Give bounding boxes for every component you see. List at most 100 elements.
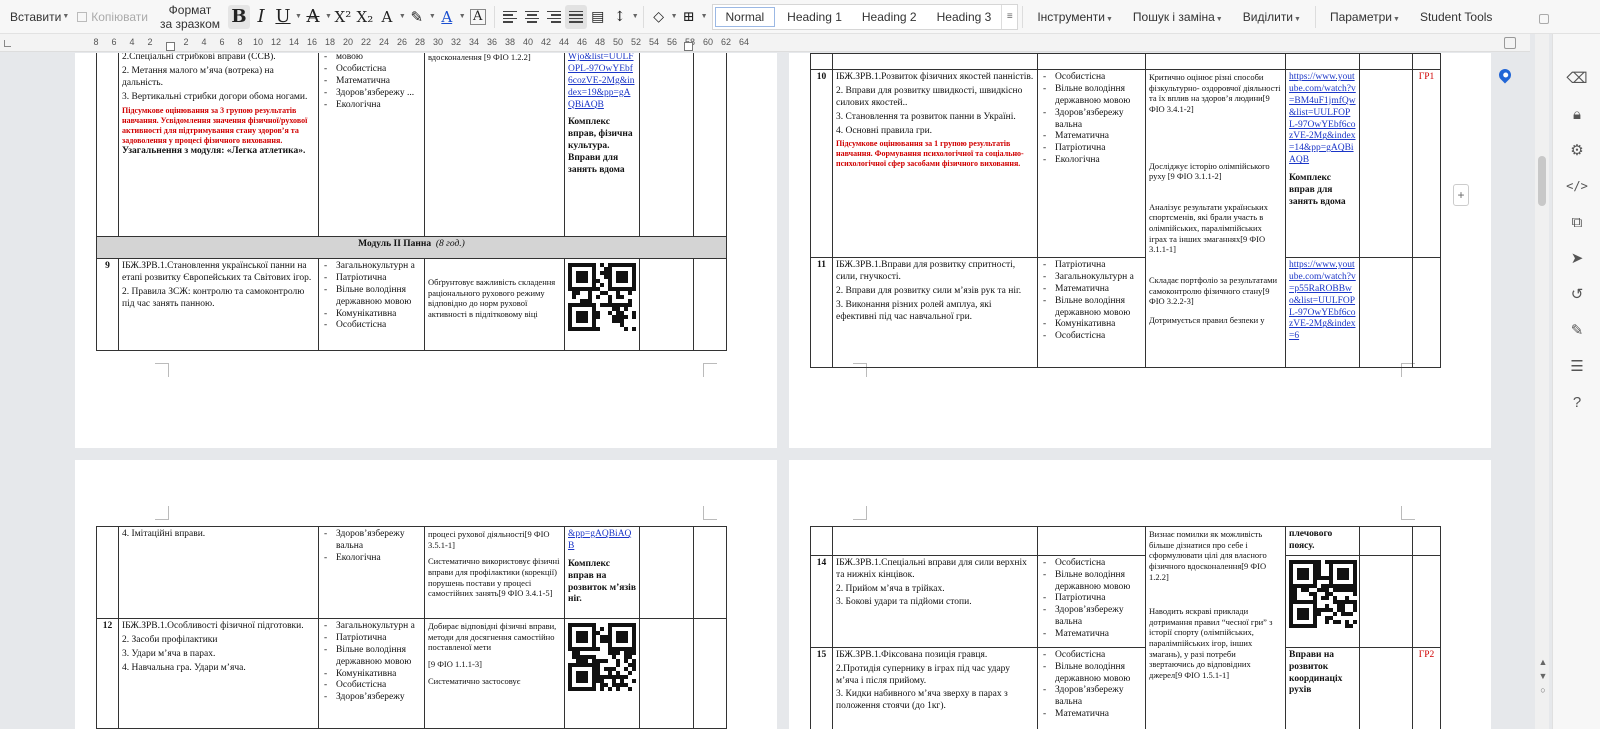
lesson-content-cell[interactable]: ІБЖ.ЗРВ.1.Розвиток фізичних якостей панн…: [832, 69, 1038, 258]
competencies-cell[interactable]: Загальнокультурн а Патріотична Вільне во…: [318, 258, 425, 351]
highlight-icon[interactable]: ✎: [406, 5, 428, 29]
settings-label: Параметри: [1329, 9, 1392, 24]
navigation-pin-button[interactable]: [1487, 55, 1523, 95]
list-icon[interactable]: ☰: [1567, 356, 1587, 376]
resource-cell[interactable]: плечового поясу.: [1285, 526, 1360, 556]
video-link[interactable]: https://www.youtube.com/watch?v=p55RaROB…: [1289, 260, 1356, 343]
text-effects-button[interactable]: A: [376, 5, 398, 29]
italic-button[interactable]: I: [250, 5, 272, 29]
document-canvas[interactable]: 2.Спеціальні стрибкові вправи (ССВ). 2. …: [0, 53, 1525, 729]
find-replace-menu[interactable]: Пошук і заміна▼: [1123, 10, 1233, 24]
chevron-down-icon[interactable]: ▼: [459, 13, 466, 20]
ruler-toggle-icon[interactable]: [1504, 37, 1516, 49]
qr-code[interactable]: [568, 263, 636, 331]
align-left-button[interactable]: [499, 5, 521, 29]
tools-menu[interactable]: Інструменти▼: [1027, 10, 1123, 24]
subscript-button[interactable]: X₂: [354, 5, 376, 29]
tab-stop-icon[interactable]: [4, 40, 11, 47]
resource-cell[interactable]: Wjo&list=UULFOPL-97OwYEbf6cozVE-2Mg&inde…: [564, 53, 640, 237]
qr-code[interactable]: [1289, 559, 1357, 628]
competencies-cell[interactable]: мовою Особистісна Математична Здоров’язб…: [318, 53, 425, 237]
student-tools-menu[interactable]: Student Tools: [1410, 10, 1503, 24]
add-icon[interactable]: +: [1453, 184, 1469, 206]
align-center-button[interactable]: [521, 5, 543, 29]
chevron-down-icon[interactable]: ▼: [399, 13, 406, 20]
lesson-content-cell[interactable]: ІБЖ.ЗРВ.1.Фіксована позиція гравця. 2.Пр…: [832, 646, 1038, 729]
sliders-icon[interactable]: ⚙: [1567, 140, 1587, 160]
font-color-button[interactable]: A: [436, 5, 458, 29]
split-view-icon[interactable]: [1539, 14, 1549, 24]
eraser-icon[interactable]: ⌫: [1566, 68, 1587, 88]
video-link[interactable]: https://www.youtube.com/watch?v=BM4uF1jm…: [1289, 72, 1356, 167]
cursor-icon[interactable]: ➤: [1567, 248, 1587, 268]
resource-cell[interactable]: Вправи на розвиток координаціх рухів: [1285, 646, 1360, 729]
resource-cell[interactable]: &pp=gAQBiAQB Комплекс вправ на розвиток …: [564, 526, 640, 619]
video-link[interactable]: &pp=gAQBiAQB: [568, 529, 636, 553]
lesson-content-cell[interactable]: ІБЖ.ЗРВ.1.Становлення української панни …: [118, 258, 319, 351]
competencies-cell[interactable]: Особистісна Вільне володіння державною м…: [1037, 69, 1146, 258]
resource-cell[interactable]: https://www.youtube.com/watch?v=BM4uF1jm…: [1285, 69, 1360, 258]
format-painter-button[interactable]: Формат за зразком: [152, 0, 228, 33]
justify-button[interactable]: [564, 4, 587, 29]
copy-button[interactable]: Копіювати: [73, 0, 152, 33]
select-menu[interactable]: Виділити▼: [1233, 10, 1311, 24]
left-indent-marker[interactable]: [166, 42, 175, 51]
lesson-content-cell[interactable]: 4. Імітаційні вправи.: [118, 526, 319, 619]
competencies-cell[interactable]: Патріотична Загальнокультурн а Математич…: [1037, 257, 1146, 368]
distributed-icon[interactable]: ▤: [587, 5, 609, 29]
resource-cell[interactable]: [564, 618, 640, 729]
lesson-content-cell[interactable]: ІБЖ.ЗРВ.1.Особливості фізичної підготовк…: [118, 618, 319, 729]
chevron-down-icon[interactable]: ▼: [429, 13, 436, 20]
lock-icon[interactable]: 🔒︎: [1567, 104, 1587, 124]
competencies-cell[interactable]: Особистісна Вільне володіння державною м…: [1037, 646, 1146, 729]
style-normal[interactable]: Normal: [714, 6, 776, 27]
qr-code[interactable]: [568, 623, 636, 691]
page-nav-arrows[interactable]: ▲ ▼ ○: [1537, 655, 1549, 697]
settings-menu[interactable]: Параметри▼: [1320, 10, 1410, 24]
lesson-content-cell[interactable]: ІБЖ.ЗРВ.1.Вправи для розвитку спритності…: [832, 257, 1038, 368]
copy-icon[interactable]: ⧉: [1567, 212, 1587, 232]
styles-more-icon[interactable]: ≡: [1001, 4, 1017, 29]
pen-icon[interactable]: ✎: [1567, 320, 1587, 340]
align-right-button[interactable]: [543, 5, 565, 29]
competencies-cell[interactable]: Особистісна Вільне володіння державною м…: [1037, 554, 1146, 648]
style-heading-1[interactable]: Heading 1: [777, 5, 852, 29]
superscript-button[interactable]: X²: [332, 5, 354, 29]
chevron-down-icon[interactable]: ▼: [325, 13, 332, 20]
borders-icon[interactable]: ⊞: [678, 5, 700, 29]
line-spacing-icon[interactable]: ↕: [609, 5, 631, 29]
vertical-scrollbar[interactable]: [1535, 34, 1549, 729]
outcomes-cell[interactable]: Критично оцінює різні способи фізкультур…: [1145, 69, 1286, 368]
right-indent-marker[interactable]: [684, 42, 693, 51]
strikethrough-button[interactable]: A: [302, 5, 324, 29]
outcomes-cell[interactable]: Визнає помилки як можливість більше дізн…: [1145, 526, 1286, 729]
style-heading-2[interactable]: Heading 2: [852, 5, 927, 29]
underline-button[interactable]: U: [272, 5, 294, 29]
paste-button[interactable]: Вставити ▼: [0, 0, 73, 33]
history-icon[interactable]: ↺: [1567, 284, 1587, 304]
chevron-down-icon[interactable]: ▼: [295, 13, 302, 20]
chevron-down-icon[interactable]: ▼: [632, 13, 639, 20]
lesson-content-cell[interactable]: 2.Спеціальні стрибкові вправи (ССВ). 2. …: [118, 53, 319, 237]
resource-cell[interactable]: https://www.youtube.com/watch?v=p55RaROB…: [1285, 257, 1360, 368]
resource-cell[interactable]: [564, 258, 640, 351]
style-heading-3[interactable]: Heading 3: [927, 5, 1002, 29]
chevron-down-icon[interactable]: ▼: [701, 13, 708, 20]
help-icon[interactable]: ?: [1567, 392, 1587, 412]
code-icon[interactable]: </>: [1566, 176, 1588, 196]
outcomes-cell[interactable]: вдосконалення [9 ФІО 1.2.2]: [424, 53, 565, 237]
bold-button[interactable]: B: [228, 4, 250, 29]
outcomes-cell[interactable]: Добирає відповідні фізичні вправи, метод…: [424, 618, 565, 729]
horizontal-ruler[interactable]: 8 6 4 2 2 4 6 8 10 12 14 16 18 20 22 24 26 28 30 32 34 36 38 40…: [0, 34, 1530, 52]
resource-cell[interactable]: [1285, 554, 1360, 648]
video-link[interactable]: Wjo&list=UULFOPL-97OwYEbf6cozVE-2Mg&inde…: [568, 53, 636, 111]
outcomes-cell[interactable]: Обґрунтовує важливість складення раціона…: [424, 258, 565, 351]
char-border-button[interactable]: A: [469, 8, 486, 25]
chevron-down-icon[interactable]: ▼: [671, 13, 678, 20]
competencies-cell[interactable]: Здоров’язбережу вальна Екологічна: [318, 526, 425, 619]
shading-icon[interactable]: ◇: [648, 5, 670, 29]
scrollbar-thumb[interactable]: [1538, 156, 1546, 206]
lesson-content-cell[interactable]: ІБЖ.ЗРВ.1.Спеціальні вправи для сили вер…: [832, 554, 1038, 648]
outcomes-cell[interactable]: процесі рухової діяльності[9 ФІО 3.5.1-1…: [424, 526, 565, 619]
competencies-cell[interactable]: Загальнокультурн а Патріотична Вільне во…: [318, 618, 425, 729]
